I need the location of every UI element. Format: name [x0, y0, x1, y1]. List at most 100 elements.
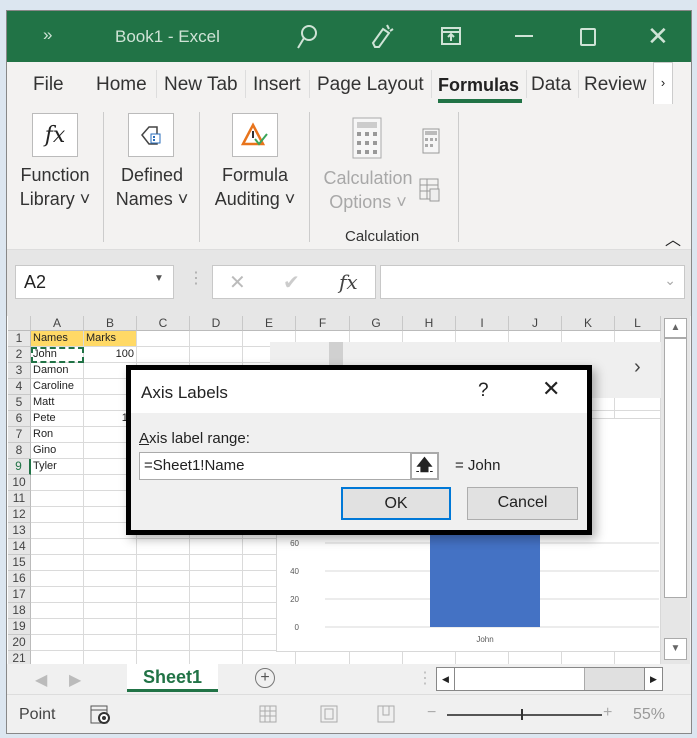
row-header-3[interactable]: 3	[8, 363, 31, 379]
tab-insert[interactable]: Insert	[253, 74, 301, 96]
cell-A15[interactable]	[31, 555, 84, 571]
page-break-view-icon[interactable]	[377, 705, 395, 723]
splitter-handle[interactable]: ⋮	[188, 268, 204, 288]
cell-A3[interactable]: Damon	[31, 363, 84, 379]
cell-A18[interactable]	[31, 603, 84, 619]
quick-access-overflow[interactable]: »	[43, 25, 52, 45]
column-header-G[interactable]: G	[350, 316, 403, 331]
cell-D17[interactable]	[190, 587, 243, 603]
close-button[interactable]: ✕	[647, 21, 669, 52]
cell-D16[interactable]	[190, 571, 243, 587]
row-header-14[interactable]: 14	[8, 539, 31, 555]
cell-D20[interactable]	[190, 635, 243, 651]
cell-B14[interactable]	[84, 539, 137, 555]
search-icon[interactable]	[295, 23, 319, 51]
tab-data[interactable]: Data	[531, 74, 571, 96]
vertical-scroll-thumb[interactable]	[664, 338, 687, 598]
cell-A19[interactable]	[31, 619, 84, 635]
cell-D19[interactable]	[190, 619, 243, 635]
horizontal-scrollbar[interactable]: ◀ ▶	[436, 667, 663, 691]
cell-A16[interactable]	[31, 571, 84, 587]
row-header-9[interactable]: 9	[8, 459, 31, 475]
column-header-I[interactable]: I	[456, 316, 509, 331]
column-header-H[interactable]: H	[403, 316, 456, 331]
axis-label-range-input[interactable]: =Sheet1!Name	[139, 452, 411, 480]
column-header-C[interactable]: C	[137, 316, 190, 331]
cancel-entry-icon[interactable]: ✕	[229, 270, 246, 295]
cell-C19[interactable]	[137, 619, 190, 635]
cell-B2[interactable]: 100	[84, 347, 137, 363]
page-layout-view-icon[interactable]	[320, 705, 338, 723]
cell-A12[interactable]	[31, 507, 84, 523]
cell-D18[interactable]	[190, 603, 243, 619]
row-header-1[interactable]: 1	[8, 331, 31, 347]
tab-page-layout[interactable]: Page Layout	[317, 74, 424, 96]
row-header-4[interactable]: 4	[8, 379, 31, 395]
row-header-15[interactable]: 15	[8, 555, 31, 571]
select-all-corner[interactable]	[8, 316, 31, 331]
prev-sheet-icon[interactable]: ◀	[35, 670, 47, 690]
row-header-7[interactable]: 7	[8, 427, 31, 443]
zoom-out-button[interactable]: −	[427, 704, 436, 722]
row-header-18[interactable]: 18	[8, 603, 31, 619]
column-header-B[interactable]: B	[84, 316, 137, 331]
calculation-options-button[interactable]: Calculation Options ˅	[319, 166, 417, 214]
calculate-now-icon[interactable]	[422, 128, 440, 154]
cell-A14[interactable]	[31, 539, 84, 555]
cell-C2[interactable]	[137, 347, 190, 363]
cell-A4[interactable]: Caroline	[31, 379, 84, 395]
row-header-5[interactable]: 5	[8, 395, 31, 411]
cell-A9[interactable]: Tyler	[31, 459, 84, 475]
column-header-J[interactable]: J	[509, 316, 562, 331]
row-header-12[interactable]: 12	[8, 507, 31, 523]
scroll-up-button[interactable]: ▲	[664, 318, 687, 338]
cell-B20[interactable]	[84, 635, 137, 651]
zoom-slider[interactable]	[447, 714, 602, 716]
vertical-scrollbar[interactable]: ▲ ▼	[661, 316, 690, 664]
ok-button[interactable]: OK	[341, 487, 451, 520]
cell-A8[interactable]: Gino	[31, 443, 84, 459]
name-box-dropdown-icon[interactable]: ▼	[154, 273, 164, 284]
cell-A13[interactable]	[31, 523, 84, 539]
cell-D1[interactable]	[190, 331, 243, 347]
name-box[interactable]: A2 ▼	[15, 265, 174, 299]
tabs-scroll-right-button[interactable]: ›	[653, 62, 673, 105]
cell-A6[interactable]: Pete	[31, 411, 84, 427]
column-header-E[interactable]: E	[243, 316, 296, 331]
cell-C17[interactable]	[137, 587, 190, 603]
horizontal-scroll-thumb[interactable]	[455, 668, 585, 690]
cell-B17[interactable]	[84, 587, 137, 603]
defined-names-button[interactable]: Defined Names ˅	[107, 163, 197, 211]
next-sheet-icon[interactable]: ▶	[69, 670, 81, 690]
tab-review[interactable]: Review	[584, 74, 646, 96]
cell-A20[interactable]	[31, 635, 84, 651]
row-header-17[interactable]: 17	[8, 587, 31, 603]
enter-check-icon[interactable]: ✔	[283, 270, 300, 295]
row-header-8[interactable]: 8	[8, 443, 31, 459]
column-header-K[interactable]: K	[562, 316, 615, 331]
tab-formulas[interactable]: Formulas	[438, 75, 519, 96]
column-header-D[interactable]: D	[190, 316, 243, 331]
row-header-20[interactable]: 20	[8, 635, 31, 651]
row-header-6[interactable]: 6	[8, 411, 31, 427]
maximize-button[interactable]	[580, 28, 596, 46]
cell-D15[interactable]	[190, 555, 243, 571]
cell-B15[interactable]	[84, 555, 137, 571]
cell-C1[interactable]	[137, 331, 190, 347]
tab-splitter[interactable]: ⋮	[417, 668, 433, 688]
cell-C20[interactable]	[137, 635, 190, 651]
cell-C14[interactable]	[137, 539, 190, 555]
column-header-A[interactable]: A	[31, 316, 84, 331]
help-button[interactable]: ?	[478, 380, 489, 402]
cell-C18[interactable]	[137, 603, 190, 619]
row-header-2[interactable]: 2	[8, 347, 31, 363]
expand-formula-icon[interactable]: ⌄	[664, 272, 676, 289]
zoom-level[interactable]: 55%	[633, 706, 665, 724]
row-header-10[interactable]: 10	[8, 475, 31, 491]
tab-new-tab[interactable]: New Tab	[164, 74, 238, 96]
cell-A10[interactable]	[31, 475, 84, 491]
formula-input[interactable]: ⌄	[380, 265, 685, 299]
new-sheet-button[interactable]: +	[255, 668, 275, 688]
row-header-11[interactable]: 11	[8, 491, 31, 507]
row-header-13[interactable]: 13	[8, 523, 31, 539]
